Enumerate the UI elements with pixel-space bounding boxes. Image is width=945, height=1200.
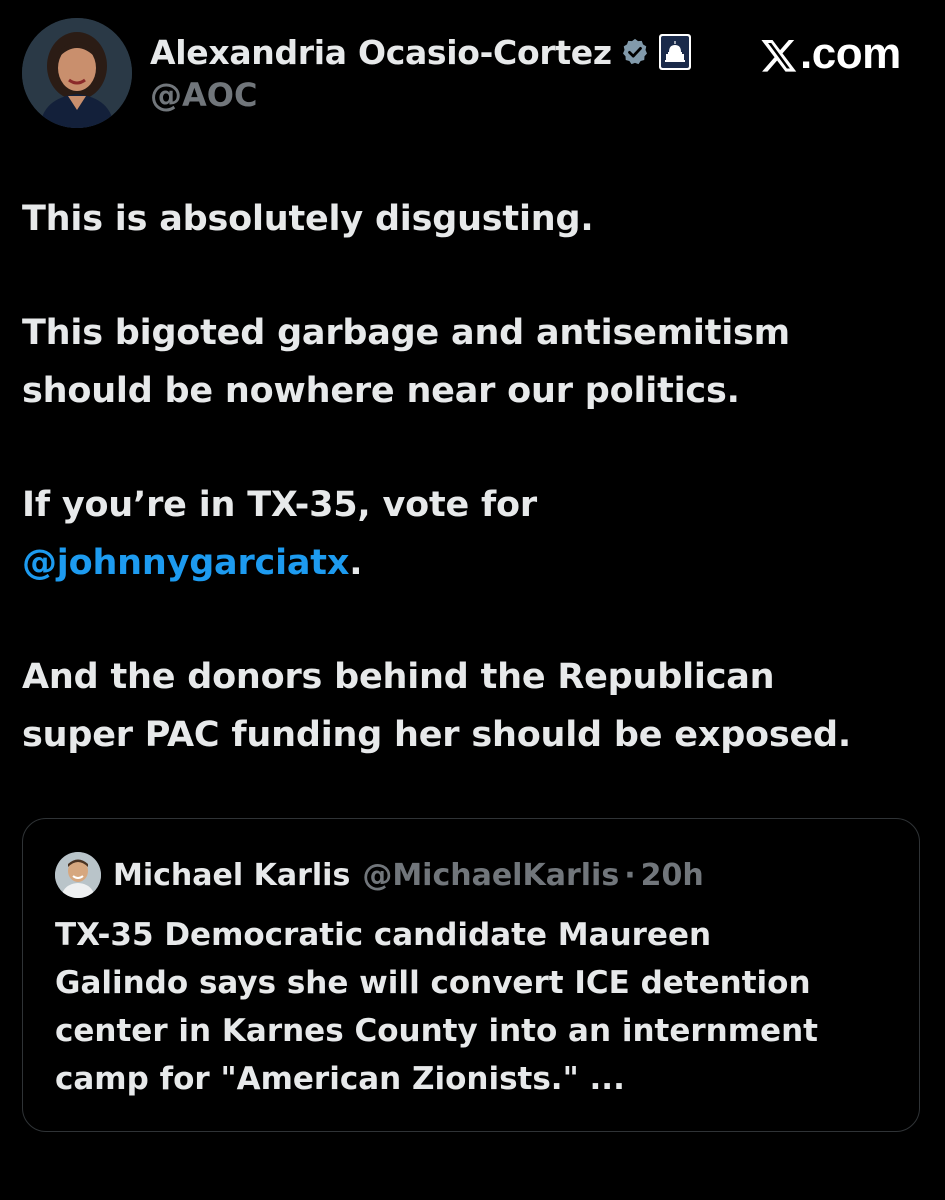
author-avatar[interactable] (22, 18, 132, 128)
quoted-tweet-line: TX-35 Democratic candidate Maureen (55, 917, 712, 953)
quoted-tweet-line: center in Karnes County into an internme… (55, 1013, 818, 1049)
quoted-tweet-line: Galindo says she will convert ICE detent… (55, 965, 811, 1001)
quoted-tweet-card[interactable]: Michael Karlis @MichaelKarlis · 20h TX-3… (22, 818, 920, 1132)
tweet-line: This is absolutely disgusting. (22, 199, 594, 239)
quoted-tweet-timestamp[interactable]: 20h (641, 858, 704, 893)
capitol-building-icon[interactable] (658, 33, 692, 71)
brand-watermark: .com (760, 28, 901, 80)
author-name-row: Alexandria Ocasio-Cortez (150, 26, 692, 78)
x-logo-icon (760, 35, 798, 73)
quoted-author-name[interactable]: Michael Karlis (113, 858, 350, 893)
tweet-line-mention: @johnnygarciatx. (22, 534, 922, 592)
author-handle[interactable]: @AOC (150, 76, 257, 114)
profile-photo-avatar (55, 852, 101, 898)
tweet-line: should be nowhere near our politics. (22, 371, 740, 411)
tweet-line: This bigoted garbage and antisemitism (22, 313, 790, 353)
tweet-line: super PAC funding her should be exposed. (22, 715, 852, 755)
quoted-tweet-header: Michael Karlis @MichaelKarlis · 20h (55, 849, 704, 901)
mention-link[interactable]: @johnnygarciatx (22, 543, 349, 583)
separator-dot: · (624, 857, 636, 893)
author-display-name[interactable]: Alexandria Ocasio-Cortez (150, 33, 612, 72)
tweet-text: This is absolutely disgusting. This bigo… (22, 190, 922, 764)
quoted-tweet-text: TX-35 Democratic candidate Maureen Galin… (55, 911, 905, 1103)
brand-domain: .com (800, 29, 901, 78)
profile-photo-avatar (22, 18, 132, 128)
tweet-line: If you’re in TX-35, vote for (22, 485, 537, 525)
verified-badge-icon[interactable] (620, 37, 650, 67)
quoted-author-avatar[interactable] (55, 852, 101, 898)
quoted-tweet-line: camp for "American Zionists." ... (55, 1061, 625, 1097)
quoted-author-handle[interactable]: @MichaelKarlis (362, 858, 619, 893)
tweet-line: And the donors behind the Republican (22, 657, 775, 697)
mention-suffix: . (349, 543, 363, 583)
